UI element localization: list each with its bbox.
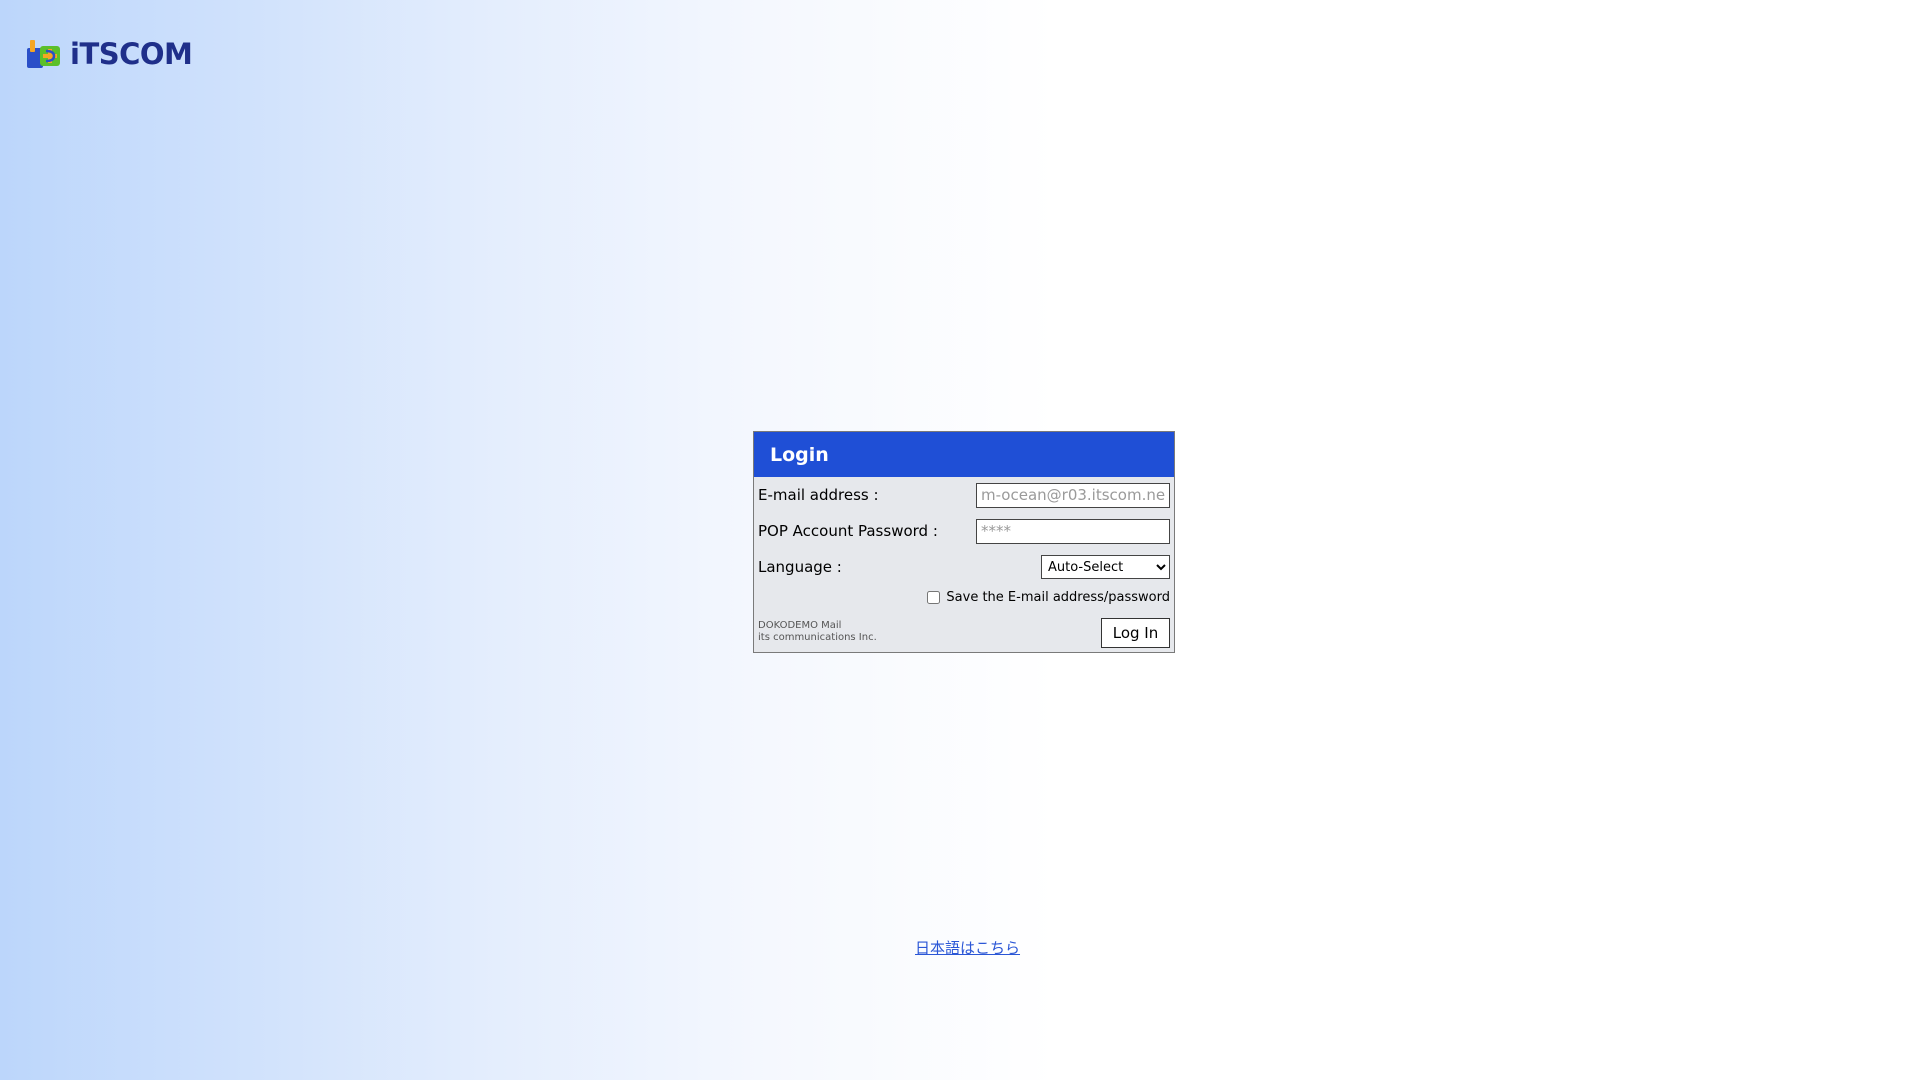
itscom-logo-icon	[27, 40, 60, 68]
save-credentials-label: Save the E-mail address/password	[946, 590, 1170, 605]
password-row: POP Account Password :	[758, 518, 1170, 544]
email-input[interactable]	[976, 482, 1170, 508]
login-panel: Login E-mail address : POP Account Passw…	[753, 431, 1175, 653]
password-input[interactable]	[976, 518, 1170, 544]
product-name: DOKODEMO Mail	[758, 620, 842, 631]
email-label: E-mail address :	[758, 486, 879, 504]
login-title: Login	[770, 443, 829, 466]
login-button[interactable]: Log In	[1101, 618, 1170, 648]
logo-text: iTSCOM	[70, 36, 193, 71]
login-header: Login	[754, 432, 1174, 477]
save-credentials-row: Save the E-mail address/password	[927, 590, 1170, 605]
language-row: Language : Auto-Select	[758, 554, 1170, 580]
language-select[interactable]: Auto-Select	[1041, 555, 1170, 579]
japanese-language-link[interactable]: 日本語はこちら	[915, 937, 1020, 958]
email-row: E-mail address :	[758, 482, 1170, 508]
panel-footer: DOKODEMO Mail its communications Inc.	[758, 620, 877, 644]
save-credentials-checkbox[interactable]	[927, 591, 941, 604]
language-label: Language :	[758, 558, 842, 576]
password-label: POP Account Password :	[758, 522, 938, 540]
brand-logo: iTSCOM	[26, 36, 193, 71]
company-name: its communications Inc.	[758, 632, 877, 643]
